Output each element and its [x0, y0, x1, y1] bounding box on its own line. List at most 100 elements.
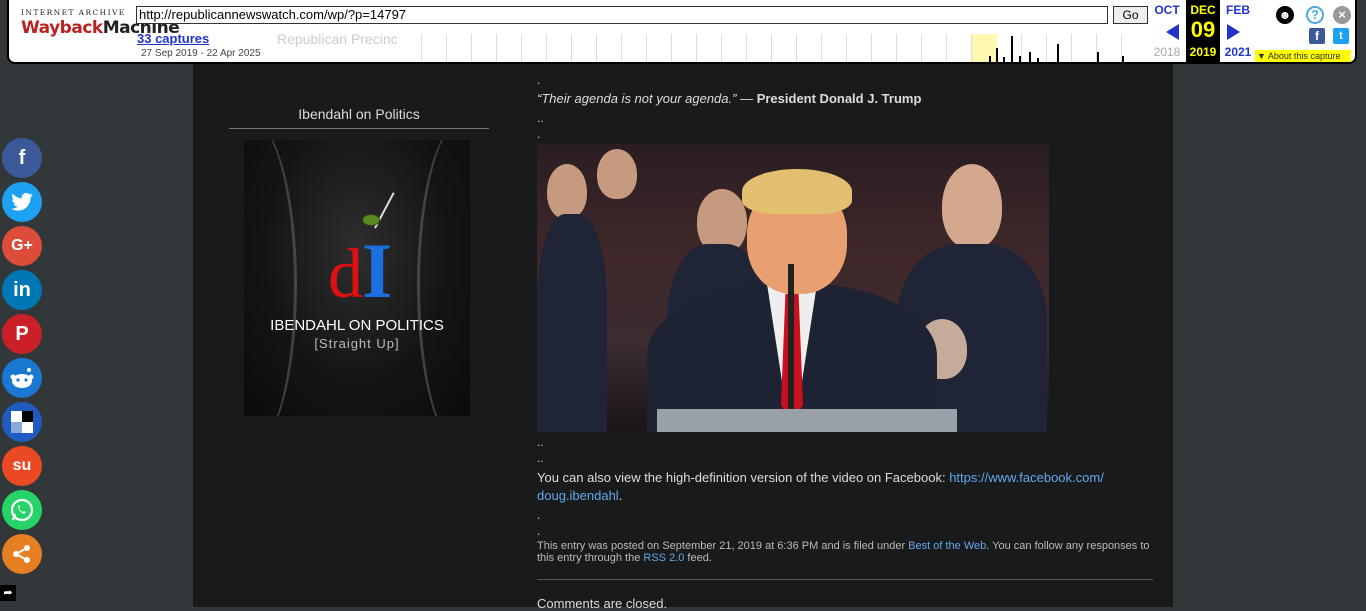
sparkline-bar — [1037, 58, 1039, 62]
pinterest-share-button[interactable]: P — [2, 314, 42, 354]
decorative-curve — [244, 140, 297, 416]
googleplus-icon: G+ — [11, 237, 33, 254]
podium — [657, 409, 957, 432]
faded-page-title: Republican Precinct — [277, 31, 402, 47]
facebook-note: You can also view the high-definition ve… — [537, 469, 1137, 505]
quote-author: President Donald J. Trump — [756, 91, 922, 106]
logo-letter-i: I — [362, 227, 393, 314]
twitter-icon[interactable]: t — [1333, 28, 1349, 44]
prev-capture-arrow-icon[interactable] — [1166, 24, 1179, 40]
more-share-button[interactable] — [2, 534, 42, 574]
separator-dot: . — [537, 524, 541, 538]
current-month-label: DEC — [1190, 3, 1216, 17]
facebook-link-part[interactable]: https://www.facebook.com/ — [949, 470, 1104, 485]
logo-letter-d: d — [328, 236, 363, 313]
next-capture-arrow-icon[interactable] — [1227, 24, 1240, 40]
facebook-share-button[interactable]: f — [2, 138, 42, 178]
internet-archive-label: INTERNET ARCHIVE — [21, 8, 126, 17]
separator-dots: .. — [537, 435, 544, 449]
url-input[interactable]: http://republicannewswatch.com/wp/?p=147… — [136, 6, 1108, 24]
crowd-face — [547, 164, 587, 219]
post-meta: This entry was posted on September 21, 2… — [537, 540, 1157, 564]
sidebar-title: Ibendahl on Politics — [298, 106, 420, 122]
quote-dash: — — [736, 91, 757, 106]
crowd-face — [597, 149, 637, 199]
sparkline-bar — [996, 48, 998, 62]
wayback-text: Wayback — [21, 18, 103, 38]
separator-dots: .. — [537, 451, 544, 465]
widget-title: IBENDAHL ON POLITICS — [270, 317, 444, 334]
linkedin-share-button[interactable]: in — [2, 270, 42, 310]
sidebar-divider — [229, 128, 489, 129]
delicious-icon — [11, 411, 33, 438]
crowd-body — [537, 214, 607, 432]
sparkline-bar — [1097, 52, 1099, 62]
sparkline-bar — [1029, 52, 1031, 62]
ibendahl-logo-widget[interactable]: d I IBENDAHL ON POLITICS [Straight Up] — [244, 140, 470, 416]
pinterest-icon: P — [15, 323, 29, 345]
post-quote: “Their agenda is not your agenda.” — Pre… — [537, 91, 921, 106]
sparkline-bar — [1011, 36, 1013, 62]
twitter-share-button[interactable] — [2, 182, 42, 222]
help-icon[interactable]: ? — [1306, 6, 1324, 24]
sparkline-bar — [1057, 44, 1059, 62]
about-this-capture-button[interactable]: ▼ About this capture — [1255, 50, 1351, 62]
sparkline-bar — [989, 56, 991, 62]
embedded-video-player[interactable] — [537, 144, 1049, 432]
sparkline-bar — [1122, 56, 1124, 62]
sparkline-bar — [1019, 56, 1021, 62]
separator-dot: . — [537, 127, 541, 141]
crowd-face — [942, 164, 1002, 249]
facebook-icon: f — [18, 147, 26, 169]
speaker-hair — [742, 169, 852, 214]
prev-year-label: 2018 — [1153, 45, 1181, 59]
whatsapp-share-button[interactable] — [2, 490, 42, 530]
prev-month-label[interactable]: OCT — [1150, 3, 1184, 17]
comments-closed-notice: Comments are closed. — [537, 596, 668, 611]
googleplus-share-button[interactable]: G+ — [2, 226, 42, 266]
wayback-machine-label: WaybackMachine — [21, 18, 180, 38]
separator-dot: . — [537, 73, 541, 87]
social-share-bar: f G+ in P su — [2, 138, 42, 578]
quote-text: “Their agenda is not your agenda.” — [537, 91, 737, 106]
whatsapp-icon — [10, 498, 34, 527]
captures-link[interactable]: 33 captures — [137, 31, 209, 46]
linkedin-icon: in — [13, 279, 31, 301]
reddit-share-button[interactable] — [2, 358, 42, 398]
twitter-icon — [11, 192, 33, 216]
next-year-label[interactable]: 2021 — [1221, 45, 1255, 59]
facebook-note-text: You can also view the high-definition ve… — [537, 470, 950, 485]
next-month-label[interactable]: FEB — [1221, 3, 1255, 17]
microphone-stand — [788, 264, 794, 424]
post-meta-text: This entry was posted on September 21, 2… — [537, 540, 909, 552]
facebook-icon[interactable]: f — [1309, 28, 1325, 44]
rss-link[interactable]: RSS 2.0 — [643, 552, 684, 564]
current-year-label: 2019 — [1189, 45, 1217, 59]
share-icon — [12, 545, 32, 569]
stumbleupon-icon: su — [12, 457, 32, 474]
stumbleupon-share-button[interactable]: su — [2, 446, 42, 486]
sparkline-bar — [1003, 57, 1005, 62]
close-icon[interactable]: × — [1333, 6, 1351, 24]
wayback-logo[interactable]: INTERNET ARCHIVE WaybackMachine — [21, 8, 180, 38]
sparkline-current-year — [972, 34, 997, 62]
wayback-toolbar: INTERNET ARCHIVE WaybackMachine http://r… — [7, 0, 1357, 64]
user-account-icon[interactable]: ☻ — [1276, 6, 1294, 24]
olive-graphic — [362, 214, 380, 226]
post-meta-text: feed. — [684, 552, 712, 564]
capture-range: 27 Sep 2019 - 22 Apr 2025 — [141, 48, 261, 59]
separator-dots: .. — [537, 111, 544, 125]
meta-divider — [537, 579, 1153, 580]
category-link[interactable]: Best of the Web — [908, 540, 986, 552]
reddit-icon — [10, 368, 34, 394]
separator-dot: . — [537, 508, 541, 522]
delicious-share-button[interactable] — [2, 402, 42, 442]
collapse-share-icon[interactable]: ➦ — [0, 585, 16, 601]
current-day-label: 09 — [1190, 17, 1216, 42]
go-button[interactable]: Go — [1113, 6, 1148, 24]
widget-subtitle: [Straight Up] — [314, 336, 400, 351]
facebook-note-end: . — [618, 488, 623, 503]
facebook-link-part[interactable]: doug.ibendahl — [537, 488, 619, 503]
capture-sparkline[interactable] — [397, 34, 1132, 62]
decorative-curve — [417, 140, 470, 416]
